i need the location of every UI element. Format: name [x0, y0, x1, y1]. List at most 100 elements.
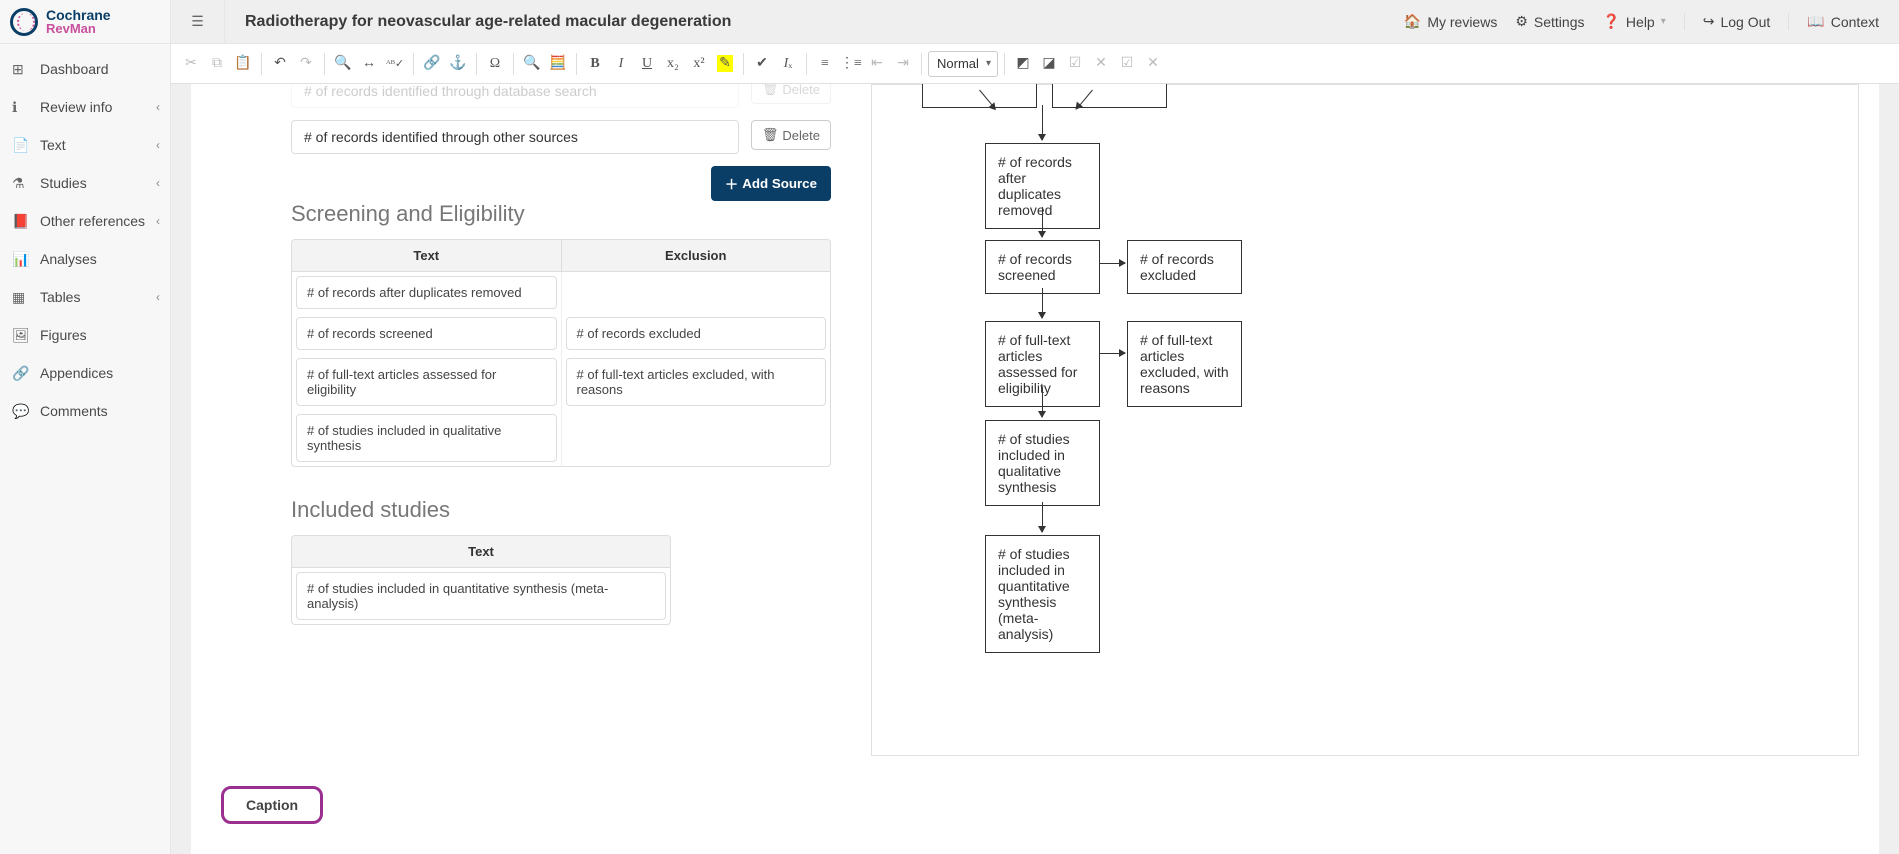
- zoom-icon[interactable]: 🔍: [520, 51, 544, 77]
- help-label: Help: [1626, 14, 1655, 30]
- bold-icon[interactable]: B: [583, 51, 607, 77]
- caption-tab[interactable]: Caption: [221, 786, 323, 824]
- flow-box: [1052, 84, 1167, 108]
- brand-logo: Cochrane RevMan: [0, 0, 170, 44]
- numbered-list-icon[interactable]: ≡: [813, 51, 837, 77]
- flask-icon: ⚗: [12, 175, 30, 192]
- gear-icon: ⚙: [1515, 13, 1528, 30]
- sidebar-item-other-references[interactable]: 📕 Other references ‹: [0, 202, 170, 240]
- context-link[interactable]: 📖 Context: [1788, 13, 1879, 30]
- trash-icon: 🗑: [762, 84, 779, 97]
- screening-table: Text Exclusion # of records after duplic…: [291, 239, 831, 467]
- arrow: [1100, 263, 1125, 264]
- editor-toolbar: ✂ ⧉ 📋 ↶ ↷ 🔍 ↔ ᴬᴮ✓ 🔗 ⚓ Ω 🔍 🧮 B I U x₂ x² …: [171, 44, 1899, 84]
- source-text: # of records identified through other so…: [304, 129, 578, 145]
- sidebar-item-label: Analyses: [40, 251, 97, 267]
- subscript-icon[interactable]: x₂: [661, 51, 685, 77]
- find-icon[interactable]: 🔍: [331, 51, 355, 77]
- replace-icon[interactable]: ↔: [357, 51, 381, 77]
- chevron-left-icon: ‹: [156, 176, 160, 190]
- calculator-icon[interactable]: 🧮: [546, 51, 570, 77]
- cut-icon: ✂: [179, 51, 203, 77]
- image-icon: 🖼: [12, 327, 30, 344]
- table-row: # of studies included in qualitative syn…: [292, 410, 830, 466]
- screening-exclusion-cell[interactable]: # of full-text articles excluded, with r…: [566, 358, 827, 406]
- tool-d-icon: ✕: [1089, 51, 1113, 77]
- delete-source-button[interactable]: 🗑Delete: [751, 120, 831, 150]
- screening-exclusion-cell[interactable]: # of records excluded: [566, 317, 827, 350]
- sidebar-item-label: Review info: [40, 99, 112, 115]
- screening-text-cell[interactable]: # of full-text articles assessed for eli…: [296, 358, 557, 406]
- flow-box-qualitative: # of studies included in qualitative syn…: [985, 420, 1100, 506]
- chevron-left-icon: ‹: [156, 214, 160, 228]
- screening-text-cell[interactable]: # of records after duplicates removed: [296, 276, 557, 309]
- sidebar-item-label: Other references: [40, 213, 145, 229]
- tool-e-icon: ☑: [1115, 51, 1139, 77]
- flow-box-excluded: # of records excluded: [1127, 240, 1242, 294]
- source-row[interactable]: # of records identified through other so…: [291, 120, 739, 154]
- undo-icon[interactable]: ↶: [268, 51, 292, 77]
- sidebar-item-text[interactable]: 📄 Text ‹: [0, 126, 170, 164]
- sidebar-item-figures[interactable]: 🖼 Figures: [0, 316, 170, 354]
- sidebar-item-studies[interactable]: ⚗ Studies ‹: [0, 164, 170, 202]
- sidebar-item-comments[interactable]: 💬 Comments: [0, 392, 170, 430]
- arrow: [1042, 288, 1043, 318]
- info-icon: ℹ: [12, 99, 30, 116]
- hamburger-toggle[interactable]: ☰: [171, 0, 225, 44]
- sidebar-item-label: Appendices: [40, 365, 113, 381]
- tool-b-icon[interactable]: ◪: [1037, 51, 1061, 77]
- prisma-flowchart: # of records after duplicates removed # …: [871, 84, 1859, 756]
- sidebar-item-tables[interactable]: ▦ Tables ‹: [0, 278, 170, 316]
- sidebar-item-label: Text: [40, 137, 66, 153]
- spellcheck-icon[interactable]: ᴬᴮ✓: [383, 51, 407, 77]
- sidebar-item-label: Studies: [40, 175, 87, 191]
- sidebar-item-dashboard[interactable]: ⊞ Dashboard: [0, 50, 170, 88]
- dashboard-icon: ⊞: [12, 61, 30, 78]
- settings-link[interactable]: ⚙ Settings: [1515, 13, 1584, 30]
- source-row[interactable]: # of records identified through database…: [291, 84, 739, 108]
- logout-link[interactable]: ↪ Log Out: [1684, 13, 1771, 30]
- sidebar-item-label: Dashboard: [40, 61, 109, 77]
- included-cell[interactable]: # of studies included in quantitative sy…: [296, 572, 666, 620]
- logout-label: Log Out: [1720, 14, 1770, 30]
- plus-icon: ＋: [725, 174, 738, 193]
- highlight-icon[interactable]: ✎: [713, 51, 737, 77]
- screening-title: Screening and Eligibility: [291, 201, 831, 227]
- sidebar-item-label: Figures: [40, 327, 87, 343]
- arrow: [1042, 502, 1043, 532]
- sidebar-item-appendices[interactable]: 🔗 Appendices: [0, 354, 170, 392]
- underline-icon[interactable]: U: [635, 51, 659, 77]
- table-row: # of records after duplicates removed: [292, 272, 830, 313]
- document-icon: 📄: [12, 137, 30, 154]
- omega-icon[interactable]: Ω: [483, 51, 507, 77]
- sidebar-item-review-info[interactable]: ℹ Review info ‹: [0, 88, 170, 126]
- clear-format-icon[interactable]: Iₓ: [776, 51, 800, 77]
- link-icon[interactable]: 🔗: [420, 51, 444, 77]
- sidebar-item-analyses[interactable]: 📊 Analyses: [0, 240, 170, 278]
- brush-icon[interactable]: ✔: [750, 51, 774, 77]
- paste-icon[interactable]: 📋: [231, 51, 255, 77]
- help-link[interactable]: ❓ Help ▾: [1602, 13, 1665, 30]
- format-select[interactable]: Normal: [928, 51, 998, 77]
- delete-source-button[interactable]: 🗑Delete: [751, 84, 831, 104]
- brand-line2: RevMan: [46, 22, 111, 35]
- comment-icon: 💬: [12, 403, 30, 420]
- page-title: Radiotherapy for neovascular age-related…: [225, 13, 1404, 31]
- bullet-list-icon[interactable]: ⋮≡: [839, 51, 863, 77]
- sidebar-item-label: Tables: [40, 289, 80, 305]
- screening-text-cell[interactable]: # of records screened: [296, 317, 557, 350]
- italic-icon[interactable]: I: [609, 51, 633, 77]
- anchor-icon[interactable]: ⚓: [446, 51, 470, 77]
- flow-box-quantitative: # of studies included in quantitative sy…: [985, 535, 1100, 653]
- tool-f-icon: ✕: [1141, 51, 1165, 77]
- chevron-left-icon: ‹: [156, 290, 160, 304]
- tool-a-icon[interactable]: ◩: [1011, 51, 1035, 77]
- superscript-icon[interactable]: x²: [687, 51, 711, 77]
- help-icon: ❓: [1602, 13, 1619, 30]
- logout-icon: ↪: [1703, 13, 1715, 30]
- arrow: [1042, 105, 1043, 140]
- screening-text-cell[interactable]: # of studies included in qualitative syn…: [296, 414, 557, 462]
- my-reviews-link[interactable]: 🏠 My reviews: [1404, 13, 1497, 30]
- tool-c-icon: ☑: [1063, 51, 1087, 77]
- add-source-button[interactable]: ＋Add Source: [711, 166, 831, 201]
